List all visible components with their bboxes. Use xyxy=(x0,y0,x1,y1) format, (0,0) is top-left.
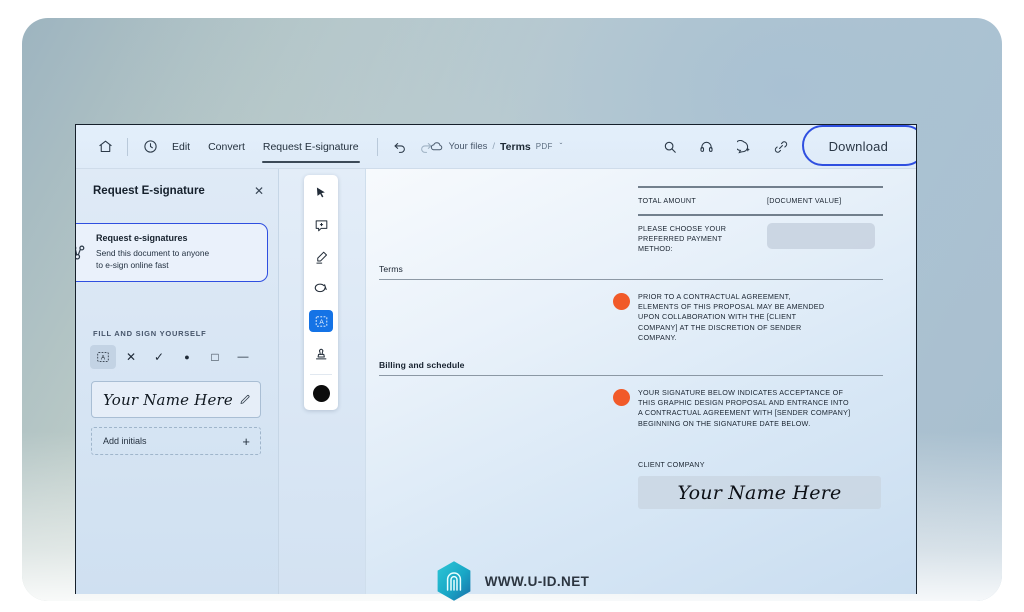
document-signature-field[interactable]: Your Name Here xyxy=(638,476,881,509)
fill-tool-text-box[interactable]: A xyxy=(90,345,116,369)
text-box-tool[interactable]: A xyxy=(309,310,333,332)
comment-note-tool[interactable] xyxy=(309,214,333,236)
bullet-dot-1 xyxy=(613,293,630,310)
tool-rail-area: A xyxy=(279,169,365,594)
document-content: TOTAL AMOUNT [DOCUMENT VALUE] PLEASE CHO… xyxy=(366,169,916,594)
tab-convert[interactable]: Convert xyxy=(199,125,254,169)
fill-and-sign-label: FILL AND SIGN YOURSELF xyxy=(93,329,207,338)
rule-after-total xyxy=(638,214,883,216)
tab-edit[interactable]: Edit xyxy=(163,125,199,169)
pencil-icon[interactable] xyxy=(239,394,251,406)
fill-tool-rectangle[interactable]: □ xyxy=(202,345,228,369)
add-initials-label: Add initials xyxy=(103,436,147,446)
client-company-label: CLIENT COMPANY xyxy=(638,460,705,469)
fill-tool-check[interactable]: ✓ xyxy=(146,345,172,369)
breadcrumb: Your files / Terms PDF ˇ xyxy=(430,140,563,153)
toolbar-divider xyxy=(127,137,128,156)
color-swatch[interactable] xyxy=(312,385,330,402)
eraser-lasso-tool[interactable] xyxy=(309,278,333,300)
saved-signature-value: Your Name Here xyxy=(103,390,233,409)
fill-tool-line[interactable]: — xyxy=(230,345,256,369)
breadcrumb-file: Terms xyxy=(500,140,531,153)
home-icon[interactable] xyxy=(92,134,118,160)
request-esignature-panel: Request E-signature ✕ Request e-signatur xyxy=(76,169,279,594)
link-icon[interactable] xyxy=(768,134,794,160)
tab-request-e-signature[interactable]: Request E-signature xyxy=(254,125,368,169)
plus-icon[interactable]: + xyxy=(242,435,250,448)
top-toolbar: Edit Convert Request E-signature Your fi… xyxy=(76,125,916,169)
esign-card-title: Request e-signatures xyxy=(96,233,188,243)
total-amount-value: [DOCUMENT VALUE] xyxy=(767,196,842,205)
panel-title: Request E-signature xyxy=(93,185,205,197)
payment-method-prompt: PLEASE CHOOSE YOUR PREFERRED PAYMENT MET… xyxy=(638,224,727,254)
section-heading-terms: Terms xyxy=(379,264,403,274)
clause-one-text: PRIOR TO A CONTRACTUAL AGREEMENT, ELEMEN… xyxy=(638,292,825,342)
rule-top xyxy=(638,186,883,188)
svg-text:A: A xyxy=(319,319,324,326)
document-signature-value: Your Name Here xyxy=(677,481,842,504)
breadcrumb-root[interactable]: Your files xyxy=(449,141,488,152)
fill-tool-dot[interactable]: ● xyxy=(174,345,200,369)
saved-signature-field[interactable]: Your Name Here xyxy=(91,381,261,418)
vertical-tool-rail: A xyxy=(304,175,338,410)
chevron-down-icon[interactable]: ˇ xyxy=(560,142,563,151)
undo-icon[interactable] xyxy=(387,140,413,154)
close-icon[interactable]: ✕ xyxy=(254,185,264,197)
rule-billing xyxy=(379,375,883,377)
clause-two-text: YOUR SIGNATURE BELOW INDICATES ACCEPTANC… xyxy=(638,388,851,428)
application-window: Edit Convert Request E-signature Your fi… xyxy=(75,124,917,594)
stamp-tool[interactable] xyxy=(309,342,333,364)
document-viewer[interactable]: TOTAL AMOUNT [DOCUMENT VALUE] PLEASE CHO… xyxy=(365,169,916,594)
svg-text:A: A xyxy=(101,354,106,361)
payment-method-field[interactable] xyxy=(767,223,875,249)
people-share-icon xyxy=(76,243,88,263)
site-watermark: WWW.U-ID.NET xyxy=(0,560,1024,602)
search-icon[interactable] xyxy=(657,134,683,160)
add-initials-button[interactable]: Add initials + xyxy=(91,427,261,455)
watermark-text: WWW.U-ID.NET xyxy=(484,573,590,589)
document-page: TOTAL AMOUNT [DOCUMENT VALUE] PLEASE CHO… xyxy=(365,169,916,594)
toolbar-right-actions: Download xyxy=(657,125,916,166)
select-cursor-tool[interactable] xyxy=(309,182,333,204)
esign-card-text: Request e-signatures Send this document … xyxy=(96,233,209,271)
application-body: Request E-signature ✕ Request e-signatur xyxy=(76,169,916,594)
total-amount-label: TOTAL AMOUNT xyxy=(638,196,696,205)
rail-divider xyxy=(310,374,332,375)
bullet-dot-2 xyxy=(613,389,630,406)
download-button[interactable]: Download xyxy=(819,135,898,158)
clock-icon[interactable] xyxy=(137,134,163,160)
highlighter-pen-tool[interactable] xyxy=(309,246,333,268)
section-heading-billing: Billing and schedule xyxy=(379,360,465,370)
fill-tools-row: A ✕ ✓ ● □ — xyxy=(90,345,256,369)
request-esignatures-card[interactable]: Request e-signatures Send this document … xyxy=(76,223,268,283)
fill-tool-cross[interactable]: ✕ xyxy=(118,345,144,369)
download-button-wrapper: Download xyxy=(801,125,916,166)
rule-terms xyxy=(379,279,883,281)
screenshot-root: Edit Convert Request E-signature Your fi… xyxy=(0,0,1024,612)
cloud-icon xyxy=(430,141,444,152)
breadcrumb-separator: / xyxy=(492,141,496,152)
comment-add-icon[interactable] xyxy=(731,134,757,160)
headphones-icon[interactable] xyxy=(694,134,720,160)
toolbar-divider-2 xyxy=(376,137,378,156)
panel-header: Request E-signature ✕ xyxy=(76,169,278,197)
breadcrumb-filetype: PDF xyxy=(535,142,553,151)
fingerprint-hexagon-logo xyxy=(435,560,473,602)
esign-card-subtitle: Send this document to anyone to e-sign o… xyxy=(96,248,210,271)
